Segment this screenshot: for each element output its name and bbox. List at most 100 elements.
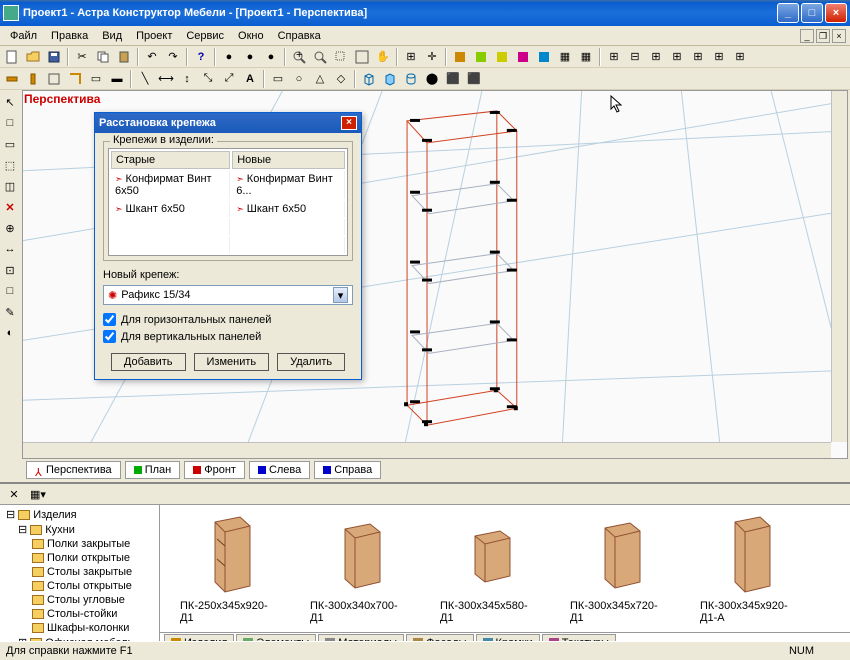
tool-icon[interactable]: ● bbox=[219, 47, 239, 67]
tree-root[interactable]: ⊟ Изделия bbox=[2, 507, 157, 522]
render-icon[interactable] bbox=[492, 47, 512, 67]
tool-icon[interactable]: ● bbox=[240, 47, 260, 67]
vertical-scrollbar[interactable] bbox=[831, 91, 847, 442]
tree-node[interactable]: ⊟ Кухни bbox=[2, 522, 157, 537]
library-tree[interactable]: ⊟ Изделия ⊟ Кухни Полки закрытые Полки о… bbox=[0, 505, 160, 652]
vertical-checkbox[interactable]: Для вертикальных панелей bbox=[103, 330, 353, 343]
dimension-icon[interactable]: ⟷ bbox=[156, 69, 176, 89]
pan-icon[interactable]: ✋ bbox=[373, 47, 393, 67]
dimension-icon[interactable]: ↕ bbox=[177, 69, 197, 89]
axis-icon[interactable]: ✛ bbox=[422, 47, 442, 67]
zoom-out-icon[interactable] bbox=[310, 47, 330, 67]
paste-icon[interactable] bbox=[114, 47, 134, 67]
list-item[interactable]: ПК-300x345x580-Д1 bbox=[440, 514, 540, 624]
redo-icon[interactable]: ↷ bbox=[163, 47, 183, 67]
menu-edit[interactable]: Правка bbox=[45, 28, 94, 44]
layout-icon[interactable]: ⊞ bbox=[730, 47, 750, 67]
tool-icon[interactable]: ● bbox=[261, 47, 281, 67]
layout-icon[interactable]: ⊞ bbox=[667, 47, 687, 67]
shape-icon[interactable]: ◇ bbox=[331, 69, 351, 89]
dimension-icon[interactable]: ⤡ bbox=[198, 69, 218, 89]
tree-leaf[interactable]: Полки закрытые bbox=[2, 537, 157, 551]
help-icon[interactable]: ? bbox=[191, 47, 211, 67]
render-icon[interactable] bbox=[450, 47, 470, 67]
add-panel-icon[interactable] bbox=[2, 69, 22, 89]
tree-leaf[interactable]: Столы закрытые bbox=[2, 565, 157, 579]
tree-leaf[interactable]: Столы-стойки bbox=[2, 607, 157, 621]
tab-front[interactable]: Фронт bbox=[184, 461, 245, 479]
zoom-window-icon[interactable] bbox=[331, 47, 351, 67]
delete-icon[interactable]: ✕ bbox=[0, 197, 20, 217]
fastener-table[interactable]: Старые Новые ➣Конфирмат Винт 6x50 ➣Конфи… bbox=[108, 148, 348, 256]
render-icon[interactable] bbox=[471, 47, 491, 67]
menu-window[interactable]: Окно bbox=[232, 28, 270, 44]
doc-close-button[interactable]: × bbox=[832, 29, 846, 43]
layout-icon[interactable]: ⊞ bbox=[709, 47, 729, 67]
tool-icon[interactable]: ◐ bbox=[0, 323, 20, 343]
lib-view-icon[interactable]: ▦▾ bbox=[28, 484, 48, 504]
tab-right[interactable]: Справа bbox=[314, 461, 381, 479]
shape-icon[interactable]: ○ bbox=[289, 69, 309, 89]
render-icon[interactable]: ▦ bbox=[576, 47, 596, 67]
tool-icon[interactable]: □ bbox=[0, 281, 20, 301]
box-icon[interactable] bbox=[359, 69, 379, 89]
add-panel-icon[interactable] bbox=[23, 69, 43, 89]
lib-tool-icon[interactable]: ✕ bbox=[4, 484, 24, 504]
cylinder-icon[interactable] bbox=[401, 69, 421, 89]
add-panel-icon[interactable]: ▬ bbox=[107, 69, 127, 89]
list-item[interactable]: ПК-300x345x920-Д1-А bbox=[700, 514, 800, 624]
shape-icon[interactable]: △ bbox=[310, 69, 330, 89]
tool-icon[interactable]: □ bbox=[0, 113, 20, 133]
menu-project[interactable]: Проект bbox=[130, 28, 178, 44]
add-panel-icon[interactable] bbox=[44, 69, 64, 89]
zoom-all-icon[interactable] bbox=[352, 47, 372, 67]
tree-leaf[interactable]: Столы угловые bbox=[2, 593, 157, 607]
menu-help[interactable]: Справка bbox=[272, 28, 327, 44]
menu-file[interactable]: Файл bbox=[4, 28, 43, 44]
undo-icon[interactable]: ↶ bbox=[142, 47, 162, 67]
tree-leaf[interactable]: Столы открытые bbox=[2, 579, 157, 593]
tool-icon[interactable]: ⬛ bbox=[443, 69, 463, 89]
cut-icon[interactable]: ✂ bbox=[72, 47, 92, 67]
add-panel-icon[interactable] bbox=[65, 69, 85, 89]
tree-leaf[interactable]: Полки открытые bbox=[2, 551, 157, 565]
select-icon[interactable]: ↖ bbox=[0, 92, 20, 112]
copy-icon[interactable] bbox=[93, 47, 113, 67]
zoom-in-icon[interactable]: + bbox=[289, 47, 309, 67]
tool-icon[interactable]: ⬚ bbox=[0, 155, 20, 175]
delete-button[interactable]: Удалить bbox=[277, 353, 345, 371]
tab-left[interactable]: Слева bbox=[249, 461, 310, 479]
line-tool-icon[interactable]: ╲ bbox=[135, 69, 155, 89]
list-item[interactable]: ПК-300x340x700-Д1 bbox=[310, 514, 410, 624]
change-button[interactable]: Изменить bbox=[194, 353, 270, 371]
tool-icon[interactable]: ✎ bbox=[0, 302, 20, 322]
tab-perspective[interactable]: ⅄Перспектива bbox=[26, 461, 121, 479]
layout-icon[interactable]: ⊞ bbox=[688, 47, 708, 67]
text-icon[interactable]: A bbox=[240, 69, 260, 89]
list-item[interactable]: ПК-250x345x920-Д1 bbox=[180, 514, 280, 624]
horizontal-scrollbar[interactable] bbox=[23, 442, 831, 458]
close-button[interactable]: × bbox=[825, 3, 847, 23]
chevron-down-icon[interactable]: ▾ bbox=[333, 287, 348, 303]
col-new[interactable]: Новые bbox=[232, 151, 345, 169]
doc-restore-button[interactable]: ❐ bbox=[816, 29, 830, 43]
menu-service[interactable]: Сервис bbox=[180, 28, 230, 44]
new-icon[interactable] bbox=[2, 47, 22, 67]
dimension-icon[interactable]: ⤢ bbox=[219, 69, 239, 89]
tool-icon[interactable]: ◫ bbox=[0, 176, 20, 196]
shape-icon[interactable]: ▭ bbox=[268, 69, 288, 89]
minimize-button[interactable]: _ bbox=[777, 3, 799, 23]
grid-icon[interactable]: ⊞ bbox=[401, 47, 421, 67]
tool-icon[interactable]: ⊕ bbox=[0, 218, 20, 238]
col-old[interactable]: Старые bbox=[111, 151, 230, 169]
open-icon[interactable] bbox=[23, 47, 43, 67]
tree-leaf[interactable]: Шкафы-колонки bbox=[2, 621, 157, 635]
layout-icon[interactable]: ⊞ bbox=[604, 47, 624, 67]
add-panel-icon[interactable]: ▭ bbox=[86, 69, 106, 89]
tab-plan[interactable]: План bbox=[125, 461, 181, 479]
menu-view[interactable]: Вид bbox=[96, 28, 128, 44]
sphere-icon[interactable]: ⬤ bbox=[422, 69, 442, 89]
render-icon[interactable] bbox=[513, 47, 533, 67]
doc-minimize-button[interactable]: _ bbox=[800, 29, 814, 43]
horizontal-checkbox[interactable]: Для горизонтальных панелей bbox=[103, 313, 353, 326]
